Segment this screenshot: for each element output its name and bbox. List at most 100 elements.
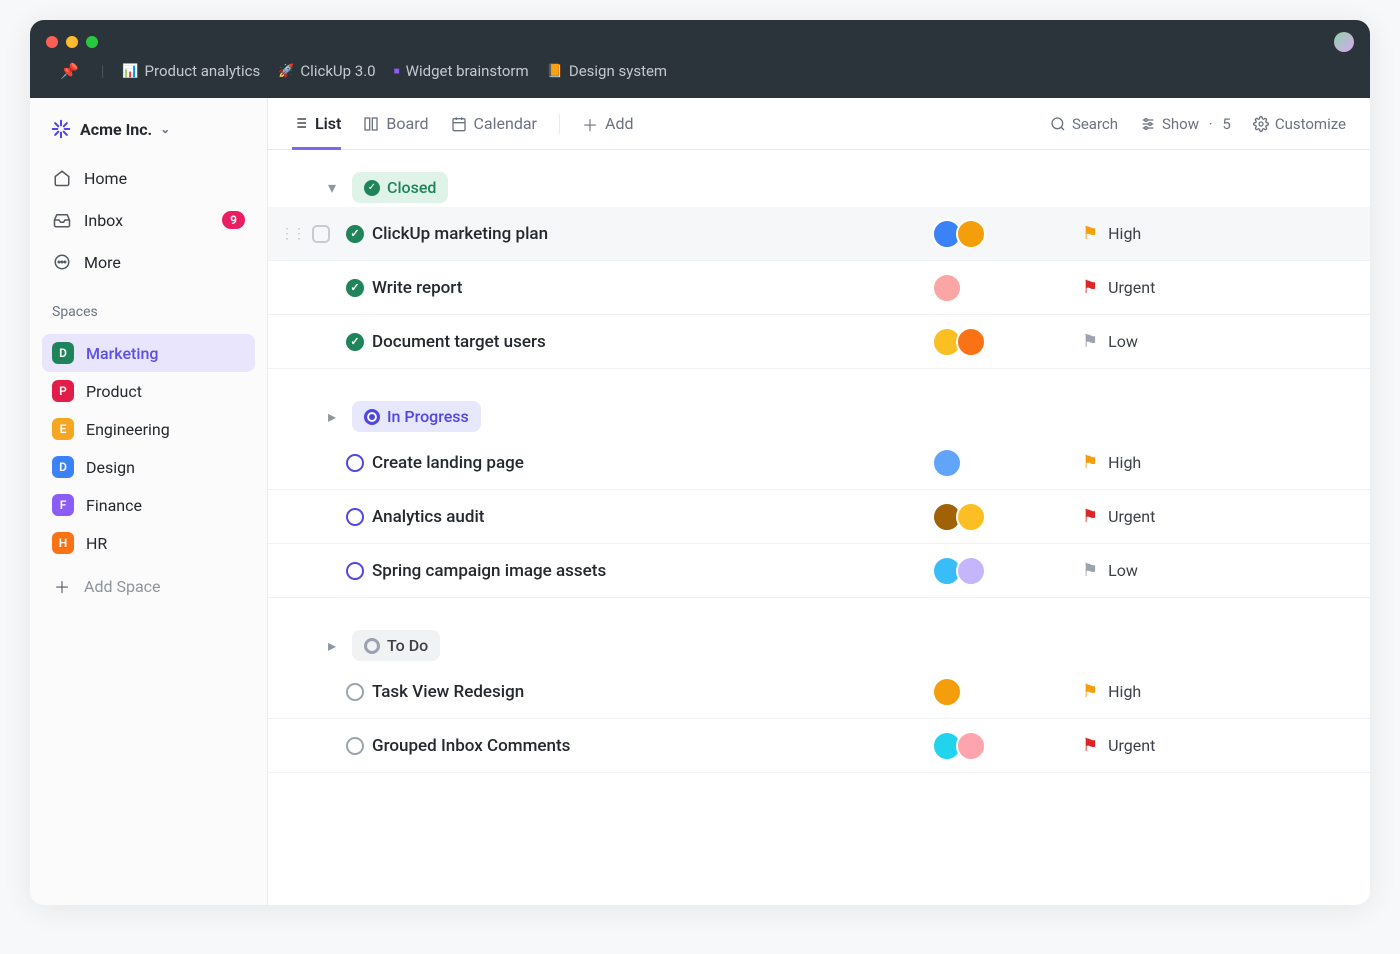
view-tab-board[interactable]: Board — [363, 100, 428, 147]
search-button[interactable]: Search — [1050, 115, 1118, 133]
pin-icon[interactable]: 📌 — [60, 62, 79, 80]
status-circle-icon — [346, 683, 364, 701]
doc-icon: ■ — [394, 66, 400, 77]
window-zoom[interactable] — [86, 36, 98, 48]
customize-button[interactable]: Customize — [1253, 115, 1346, 133]
space-item-design[interactable]: D Design — [42, 448, 255, 486]
task-status[interactable] — [338, 737, 372, 755]
assignee-avatar[interactable] — [956, 502, 986, 532]
tab-clickup-3[interactable]: 🚀ClickUp 3.0 — [278, 62, 375, 80]
task-priority[interactable]: ⚑Urgent — [1082, 506, 1155, 527]
tab-widget-brainstorm[interactable]: ■Widget brainstorm — [394, 62, 529, 80]
status-label: Closed — [387, 178, 436, 197]
task-priority[interactable]: ⚑High — [1082, 681, 1141, 702]
task-status[interactable] — [338, 454, 372, 472]
assignee-avatar[interactable] — [956, 327, 986, 357]
status-pill[interactable]: ✓ Closed — [352, 172, 448, 203]
task-status[interactable] — [338, 508, 372, 526]
flag-icon: ⚑ — [1082, 560, 1098, 581]
assignee-avatar[interactable] — [932, 448, 962, 478]
task-row[interactable]: Analytics audit ⚑Urgent — [268, 490, 1370, 544]
priority-label: High — [1108, 453, 1141, 472]
task-status[interactable] — [338, 562, 372, 580]
space-item-marketing[interactable]: D Marketing — [42, 334, 255, 372]
task-priority[interactable]: ⚑High — [1082, 452, 1141, 473]
add-space-button[interactable]: ＋ Add Space — [42, 568, 255, 604]
task-title: ClickUp marketing plan — [372, 224, 932, 244]
view-label: Calendar — [474, 114, 537, 133]
space-item-finance[interactable]: FFinance — [42, 486, 255, 524]
window-close[interactable] — [46, 36, 58, 48]
task-priority[interactable]: ⚑Urgent — [1082, 277, 1155, 298]
task-priority[interactable]: ⚑Low — [1082, 560, 1138, 581]
priority-label: High — [1108, 682, 1141, 701]
assignee-avatar[interactable] — [932, 677, 962, 707]
task-status[interactable] — [338, 333, 372, 351]
task-status[interactable] — [338, 279, 372, 297]
board-icon — [363, 116, 379, 132]
current-user-avatar[interactable] — [1334, 32, 1354, 52]
group-toggle[interactable]: ▸ — [322, 636, 342, 656]
task-row[interactable]: Task View Redesign ⚑High — [268, 665, 1370, 719]
task-row[interactable]: Grouped Inbox Comments ⚑Urgent — [268, 719, 1370, 773]
plus-icon: ＋ — [582, 112, 598, 136]
assignee-avatar[interactable] — [956, 556, 986, 586]
assignee-avatar[interactable] — [956, 731, 986, 761]
titlebar: 📌 | 📊Product analytics 🚀ClickUp 3.0 ■Wid… — [30, 20, 1370, 98]
space-icon: D — [52, 456, 74, 478]
status-pill[interactable]: In Progress — [352, 401, 481, 432]
task-assignees — [932, 273, 1082, 303]
group-toggle[interactable]: ▾ — [322, 178, 342, 198]
nav-more[interactable]: More — [42, 244, 255, 280]
space-label: Marketing — [86, 344, 158, 363]
nav-home[interactable]: Home — [42, 160, 255, 196]
task-priority[interactable]: ⚑Urgent — [1082, 735, 1155, 756]
task-priority[interactable]: ⚑ High — [1082, 223, 1141, 244]
space-icon: E — [52, 418, 74, 440]
view-label: Add — [605, 114, 633, 133]
group-toggle[interactable]: ▸ — [322, 407, 342, 427]
priority-label: Urgent — [1108, 278, 1155, 297]
workspace-switcher[interactable]: Acme Inc. ⌄ — [42, 112, 255, 146]
task-checkbox[interactable] — [312, 225, 330, 243]
show-button[interactable]: Show · 5 — [1140, 115, 1231, 133]
task-row[interactable]: Spring campaign image assets ⚑Low — [268, 544, 1370, 598]
nav-inbox[interactable]: Inbox 9 — [42, 202, 255, 238]
status-pill[interactable]: To Do — [352, 630, 440, 661]
workspace-name: Acme Inc. — [80, 120, 152, 139]
status-circle-icon — [346, 508, 364, 526]
task-status[interactable] — [338, 683, 372, 701]
drag-handle-icon[interactable]: ⋮⋮ — [280, 226, 304, 242]
flag-icon: ⚑ — [1082, 223, 1098, 244]
space-icon: F — [52, 494, 74, 516]
status-circle-icon — [346, 225, 364, 243]
group-inprogress: ▸ In Progress Create landing page ⚑High … — [268, 397, 1370, 598]
space-icon: D — [52, 342, 74, 364]
task-row[interactable]: ⋮⋮ ClickUp marketing plan ⚑ High — [268, 207, 1370, 261]
search-label: Search — [1072, 115, 1118, 133]
task-row[interactable]: Create landing page ⚑High — [268, 436, 1370, 490]
task-priority[interactable]: ⚑Low — [1082, 331, 1138, 352]
view-tab-list[interactable]: List — [292, 100, 341, 150]
home-icon — [52, 168, 72, 188]
space-label: Design — [86, 458, 135, 477]
tab-product-analytics[interactable]: 📊Product analytics — [122, 62, 260, 80]
priority-label: Urgent — [1108, 507, 1155, 526]
task-assignees — [932, 731, 1082, 761]
window-minimize[interactable] — [66, 36, 78, 48]
status-label: To Do — [387, 636, 428, 655]
assignee-avatar[interactable] — [956, 219, 986, 249]
view-tab-calendar[interactable]: Calendar — [451, 100, 537, 147]
space-item-product[interactable]: PProduct — [42, 372, 255, 410]
add-view-button[interactable]: ＋ Add — [582, 98, 634, 150]
priority-label: High — [1108, 224, 1141, 243]
task-assignees — [932, 327, 1082, 357]
task-status[interactable] — [338, 225, 372, 243]
task-row[interactable]: Document target users ⚑Low — [268, 315, 1370, 369]
task-row[interactable]: Write report ⚑Urgent — [268, 261, 1370, 315]
space-icon: H — [52, 532, 74, 554]
space-item-hr[interactable]: HHR — [42, 524, 255, 562]
tab-design-system[interactable]: 📙Design system — [547, 62, 667, 80]
space-item-engineering[interactable]: EEngineering — [42, 410, 255, 448]
assignee-avatar[interactable] — [932, 273, 962, 303]
